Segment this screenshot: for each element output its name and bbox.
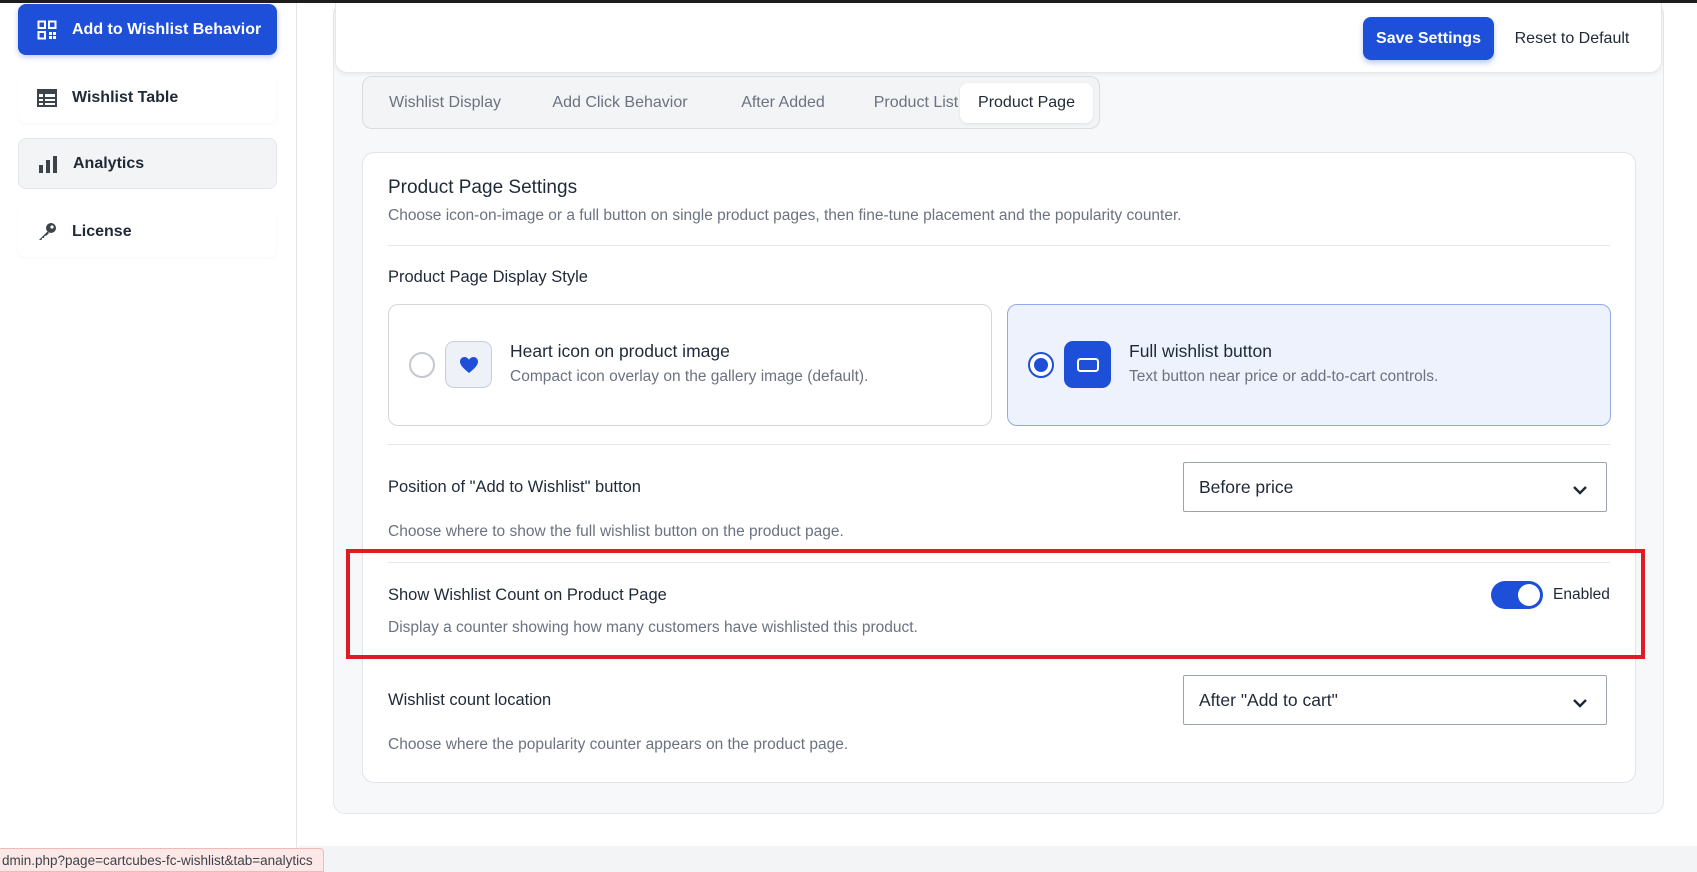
count-location-label: Wishlist count location (388, 691, 552, 709)
sidebar-item-label: Add to Wishlist Behavior (72, 20, 262, 38)
option-full-button[interactable]: Full wishlist button Text button near pr… (1007, 304, 1611, 426)
position-help: Choose where to show the full wishlist b… (388, 523, 844, 540)
display-style-label: Product Page Display Style (388, 268, 588, 286)
key-icon (36, 221, 58, 243)
table-icon (36, 87, 58, 109)
count-location-select-value: After "Add to cart" (1199, 689, 1338, 710)
sidebar-item-add-to-wishlist-behavior[interactable]: Add to Wishlist Behavior (18, 4, 277, 55)
position-select[interactable]: Before price (1183, 462, 1607, 512)
divider (388, 444, 1610, 445)
sidebar-item-wishlist-table[interactable]: Wishlist Table (18, 72, 277, 123)
full-button-option-radio[interactable] (1028, 352, 1054, 378)
option-description: Compact icon overlay on the gallery imag… (510, 368, 869, 385)
option-description: Text button near price or add-to-cart co… (1129, 368, 1439, 385)
tab-product-page[interactable]: Product Page (960, 83, 1093, 123)
product-page-settings-card: Product Page Settings Choose icon-on-ima… (362, 152, 1636, 783)
sidebar-item-analytics[interactable]: Analytics (18, 138, 277, 189)
section-description: Choose icon-on-image or a full button on… (388, 207, 1182, 224)
bottom-band (298, 846, 1697, 872)
tab-after-added[interactable]: After Added (720, 83, 846, 123)
sidebar-item-label: Wishlist Table (72, 88, 179, 106)
button-icon (1064, 341, 1111, 388)
sidebar-item-label: Analytics (73, 154, 145, 172)
settings-tabs: Wishlist Display Add Click Behavior Afte… (362, 76, 1100, 129)
status-bar-url: dmin.php?page=cartcubes-fc-wishlist&tab=… (0, 848, 324, 872)
save-settings-button[interactable]: Save Settings (1363, 17, 1494, 60)
count-location-help: Choose where the popularity counter appe… (388, 736, 849, 753)
position-select-value: Before price (1199, 476, 1294, 497)
chevron-down-icon (1572, 693, 1588, 714)
heart-option-radio[interactable] (409, 352, 435, 378)
position-label: Position of "Add to Wishlist" button (388, 478, 641, 496)
tab-wishlist-display[interactable]: Wishlist Display (371, 83, 519, 123)
tab-add-click-behavior[interactable]: Add Click Behavior (528, 83, 712, 123)
option-title: Heart icon on product image (510, 341, 730, 361)
divider (388, 245, 1610, 246)
bar-chart-icon (37, 153, 59, 175)
sidebar-item-license[interactable]: License (18, 206, 277, 257)
reset-to-default-button[interactable]: Reset to Default (1505, 17, 1639, 60)
option-title: Full wishlist button (1129, 341, 1272, 361)
section-title: Product Page Settings (388, 177, 578, 198)
sidebar: Add to Wishlist Behavior Wishlist Table … (0, 3, 297, 872)
chevron-down-icon (1572, 480, 1588, 501)
option-heart-icon[interactable]: Heart icon on product image Compact icon… (388, 304, 992, 426)
sidebar-item-label: License (72, 222, 132, 240)
count-location-select[interactable]: After "Add to cart" (1183, 675, 1607, 725)
highlight-box (346, 549, 1645, 659)
qr-grid-icon (36, 19, 58, 41)
heart-icon (445, 341, 492, 388)
